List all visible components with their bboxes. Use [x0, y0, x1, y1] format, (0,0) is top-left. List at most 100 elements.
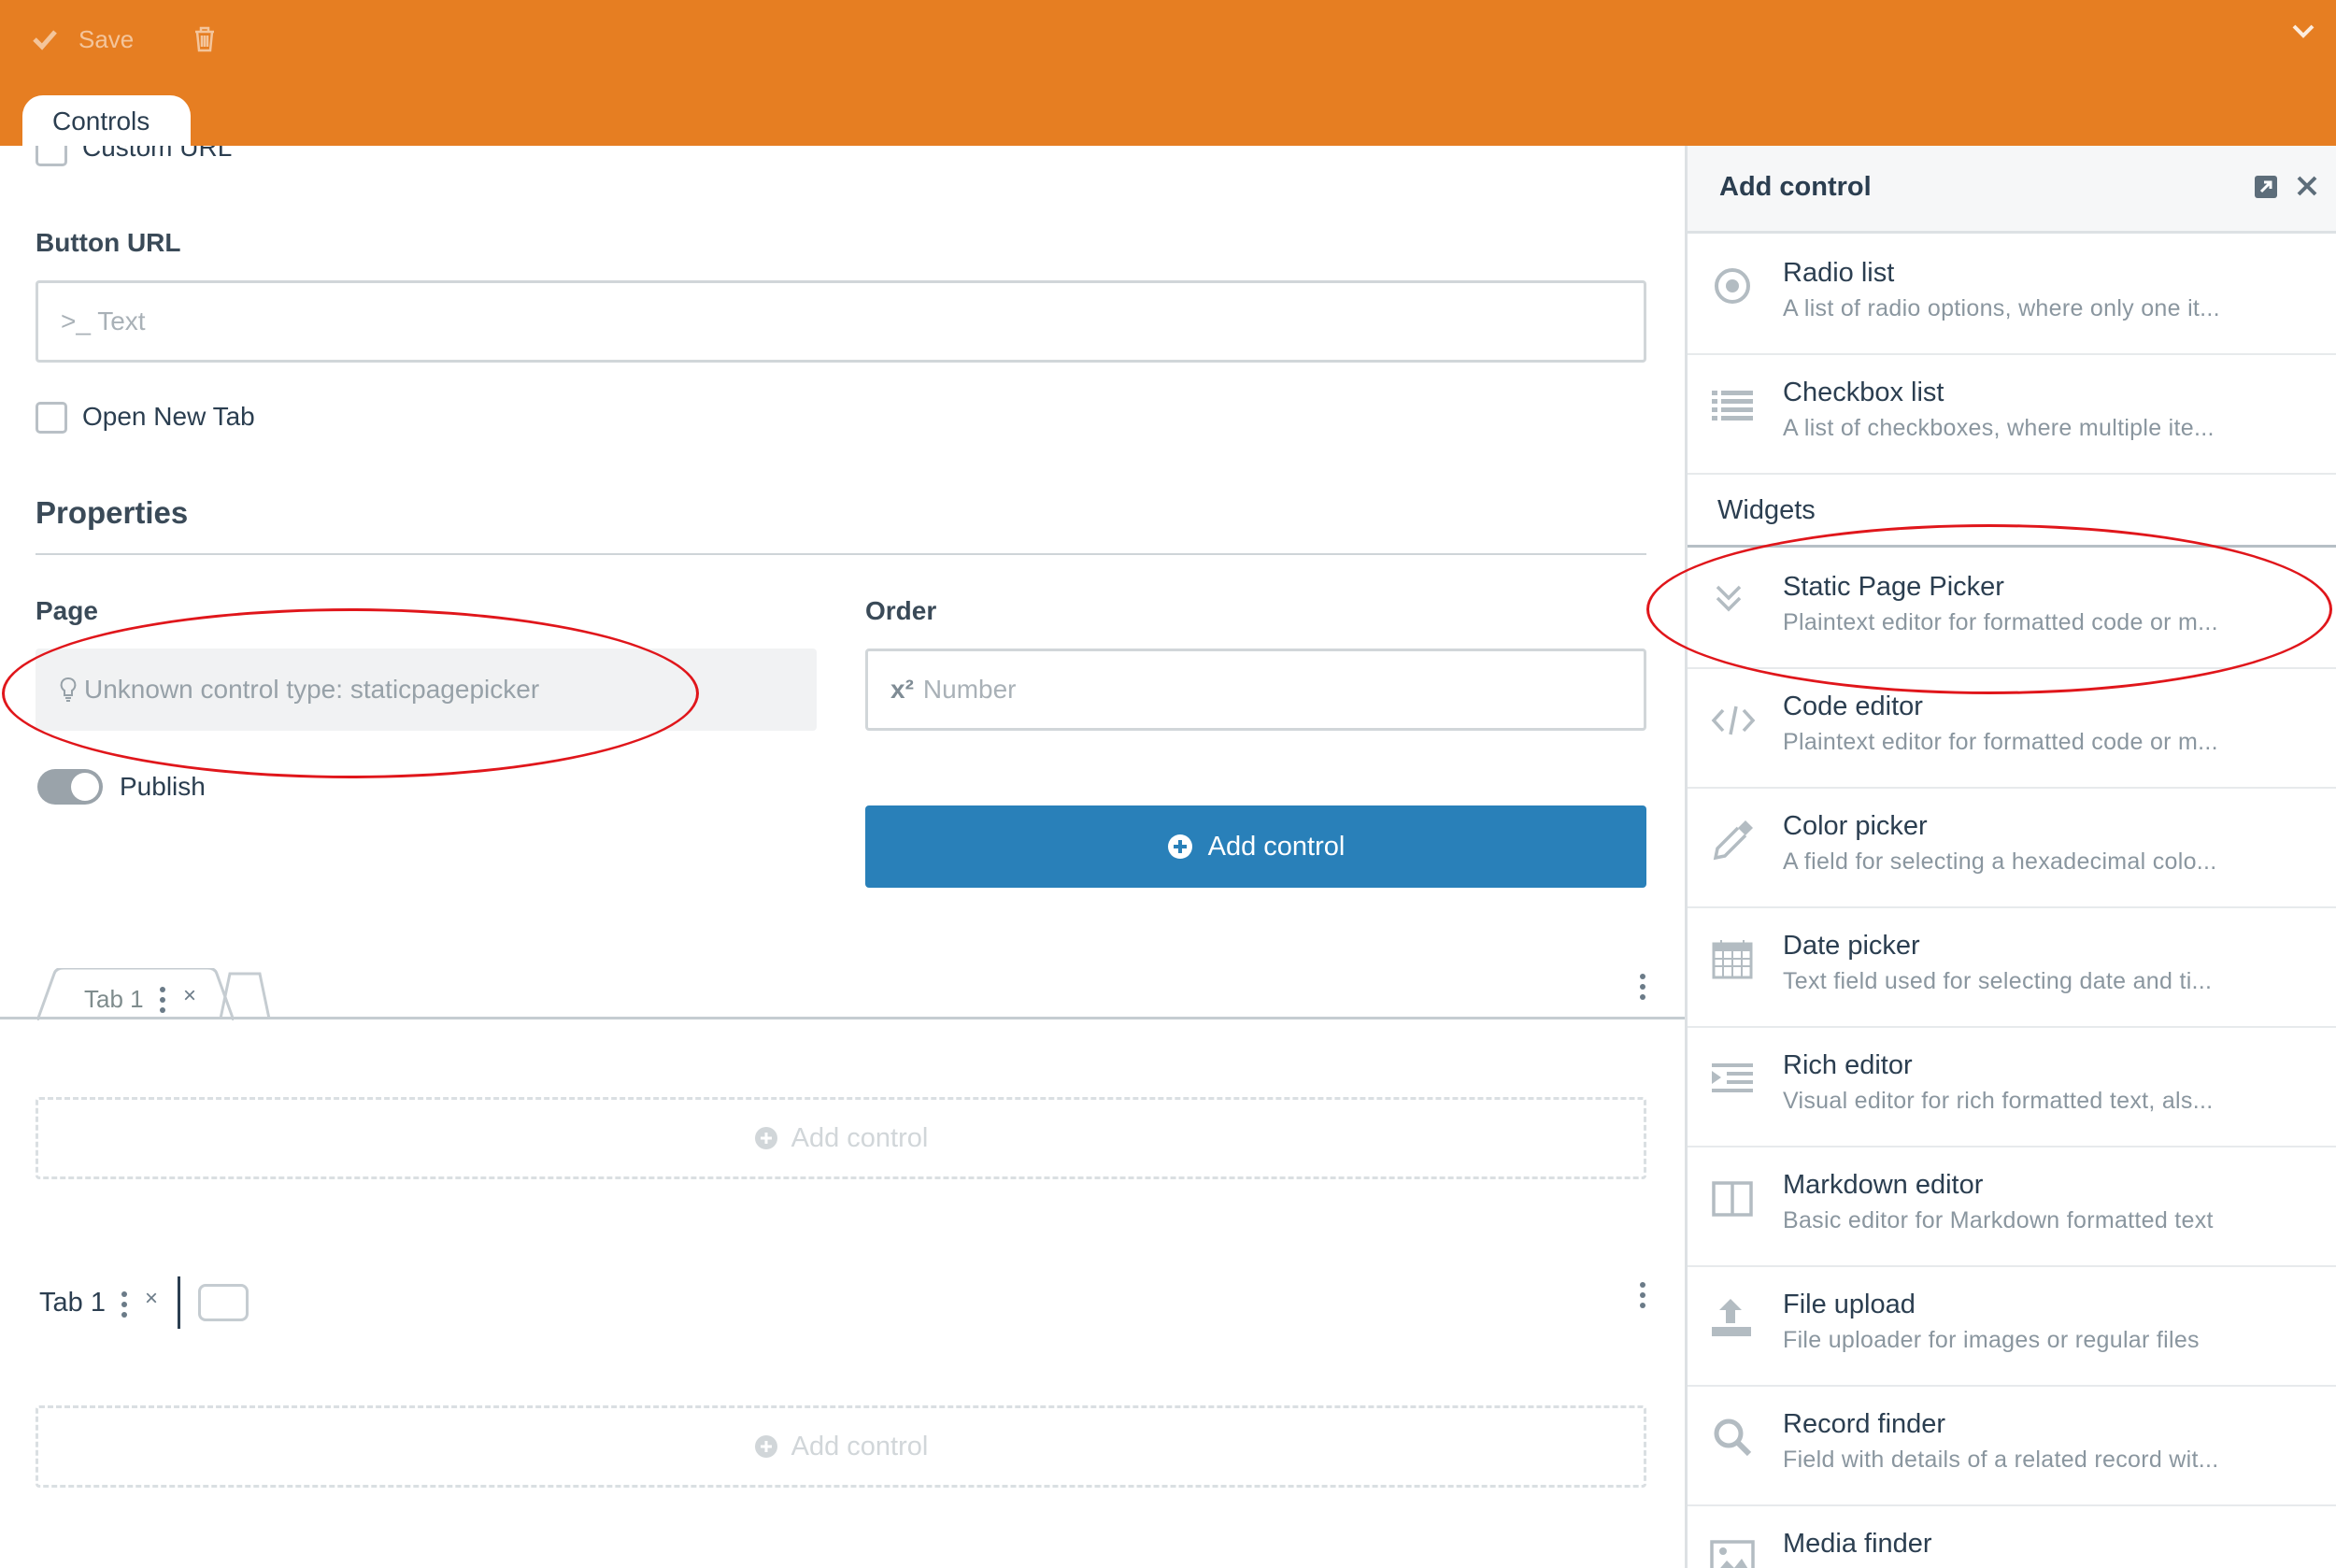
item-desc: Visual editor for rich formatted text, a… — [1783, 1088, 2214, 1114]
tab-strip-menu[interactable] — [1640, 974, 1647, 1000]
custom-url-checkbox[interactable] — [36, 146, 67, 166]
panel-header: Add control — [1688, 146, 2336, 234]
check-icon — [33, 30, 57, 50]
plus-circle-icon — [754, 1435, 777, 1458]
control-item-radio-list[interactable]: Radio list A list of radio options, wher… — [1688, 235, 2336, 355]
item-desc: Plaintext editor for formatted code or m… — [1783, 729, 2218, 755]
item-desc: Text field used for selecting date and t… — [1783, 968, 2213, 994]
page-unknown-text: Unknown control type: staticpagepicker — [84, 675, 540, 704]
upload-icon — [1712, 1299, 1751, 1336]
panel-title: Add control — [1719, 172, 1872, 202]
control-item-date-picker[interactable]: Date picker Text field used for selectin… — [1688, 908, 2336, 1028]
control-item-file-upload[interactable]: File upload File uploader for images or … — [1688, 1267, 2336, 1387]
code-icon — [1711, 706, 1756, 735]
button-url-input[interactable]: >_ Text — [36, 280, 1646, 363]
radio-icon — [1715, 268, 1750, 304]
open-new-tab-checkbox[interactable] — [36, 402, 67, 434]
item-title: Media finder — [1783, 1529, 1932, 1559]
trash-icon — [195, 26, 214, 52]
chevron-down-icon — [2292, 24, 2315, 38]
tab-1-close[interactable]: × — [183, 983, 196, 1009]
item-title: Color picker — [1783, 811, 1928, 841]
control-item-markdown-editor[interactable]: Markdown editor Basic editor for Markdow… — [1688, 1147, 2336, 1267]
publish-label: Publish — [120, 772, 206, 801]
item-title: Markdown editor — [1783, 1170, 1984, 1200]
item-desc: Basic editor for Markdown formatted text — [1783, 1207, 2214, 1233]
order-label: Order — [865, 596, 937, 625]
control-item-record-finder[interactable]: Record finder Field with details of a re… — [1688, 1387, 2336, 1506]
item-desc: Plaintext editor for formatted code or m… — [1783, 609, 2218, 635]
item-title: Radio list — [1783, 258, 1895, 288]
plus-circle-icon — [754, 1127, 777, 1149]
control-item-static-page-picker[interactable]: Static Page Picker Plaintext editor for … — [1688, 549, 2336, 669]
item-desc: A list of checkboxes, where multiple ite… — [1783, 415, 2215, 441]
tab-2-new-tab[interactable] — [198, 1284, 249, 1321]
page-label: Page — [36, 596, 98, 625]
item-title: File upload — [1783, 1290, 1916, 1319]
properties-title: Properties — [36, 495, 189, 530]
add-control-button[interactable]: Add control — [865, 805, 1646, 888]
item-desc: File uploader for images or regular file… — [1783, 1327, 2200, 1353]
item-title: Rich editor — [1783, 1050, 1913, 1080]
add-control-panel: Add control Radio list A list of radio o… — [1685, 146, 2336, 1568]
plus-circle-icon — [1167, 834, 1192, 859]
popout-icon[interactable] — [2253, 174, 2279, 200]
add-control-placeholder-1[interactable]: Add control — [36, 1097, 1646, 1179]
number-icon: x² — [890, 675, 914, 704]
placeholder-add-label-2: Add control — [791, 1431, 929, 1461]
columns-icon — [1712, 1181, 1753, 1217]
item-title: Checkbox list — [1783, 378, 1944, 407]
control-item-color-picker[interactable]: Color picker A field for selecting a hex… — [1688, 789, 2336, 908]
calendar-icon — [1712, 940, 1753, 979]
tab-2-close[interactable]: × — [145, 1286, 158, 1312]
delete-button[interactable] — [192, 21, 217, 58]
lightbulb-icon — [60, 677, 77, 702]
control-item-checkbox-list[interactable]: Checkbox list A list of checkboxes, wher… — [1688, 355, 2336, 475]
list-icon — [1712, 391, 1753, 421]
control-item-code-editor[interactable]: Code editor Plaintext editor for formatt… — [1688, 669, 2336, 789]
close-icon[interactable] — [2295, 174, 2319, 198]
image-icon — [1710, 1540, 1755, 1568]
button-url-label: Button URL — [36, 228, 181, 257]
item-title: Record finder — [1783, 1409, 1946, 1439]
order-placeholder: Number — [922, 675, 1017, 704]
tab-controls-label: Controls — [52, 107, 150, 135]
indent-icon — [1712, 1063, 1753, 1092]
control-item-rich-editor[interactable]: Rich editor Visual editor for rich forma… — [1688, 1028, 2336, 1147]
order-input[interactable]: x² Number — [865, 649, 1646, 731]
toolbar: Save Controls — [0, 0, 2336, 148]
tab-controls[interactable]: Controls — [22, 95, 191, 148]
collapse-chevron-button[interactable] — [2291, 22, 2315, 44]
tab-2-separator — [178, 1276, 180, 1329]
item-title: Date picker — [1783, 931, 1920, 961]
widgets-header-label: Widgets — [1717, 495, 1816, 525]
item-title: Code editor — [1783, 691, 1923, 721]
item-title: Static Page Picker — [1783, 572, 2004, 602]
tab-2-label[interactable]: Tab 1 — [39, 1288, 106, 1319]
item-desc: A list of radio options, where only one … — [1783, 295, 2220, 321]
eyedropper-icon — [1713, 820, 1753, 861]
chevrons-down-icon — [1716, 585, 1742, 612]
widgets-section-header: Widgets — [1688, 475, 2336, 548]
tab-strip-2-menu[interactable] — [1640, 1282, 1647, 1308]
properties-divider — [36, 553, 1646, 555]
tab-1-label[interactable]: Tab 1 — [84, 985, 144, 1014]
form-area: Custom URL Button URL >_ Text Open New T… — [0, 146, 1685, 1568]
item-desc: A field for selecting a hexadecimal colo… — [1783, 848, 2217, 875]
button-url-placeholder: >_ Text — [61, 306, 146, 335]
save-button[interactable]: Save — [32, 21, 134, 58]
add-control-placeholder-2[interactable]: Add control — [36, 1405, 1646, 1488]
page-unknown-control: Unknown control type: staticpagepicker — [36, 649, 817, 731]
item-desc: Field with details of a related record w… — [1783, 1447, 2219, 1473]
tab-1-drag-handle[interactable] — [160, 987, 167, 1013]
add-control-label: Add control — [1207, 831, 1346, 862]
custom-url-label: Custom URL — [82, 146, 233, 162]
save-label: Save — [78, 24, 135, 53]
placeholder-add-label-1: Add control — [791, 1122, 929, 1153]
open-new-tab-label: Open New Tab — [82, 402, 255, 431]
search-icon — [1714, 1418, 1752, 1457]
publish-toggle[interactable] — [37, 769, 103, 805]
control-item-media-finder[interactable]: Media finder — [1688, 1506, 2336, 1568]
tab-2-drag-handle[interactable] — [121, 1291, 129, 1318]
new-tab-shape[interactable] — [217, 970, 273, 1020]
